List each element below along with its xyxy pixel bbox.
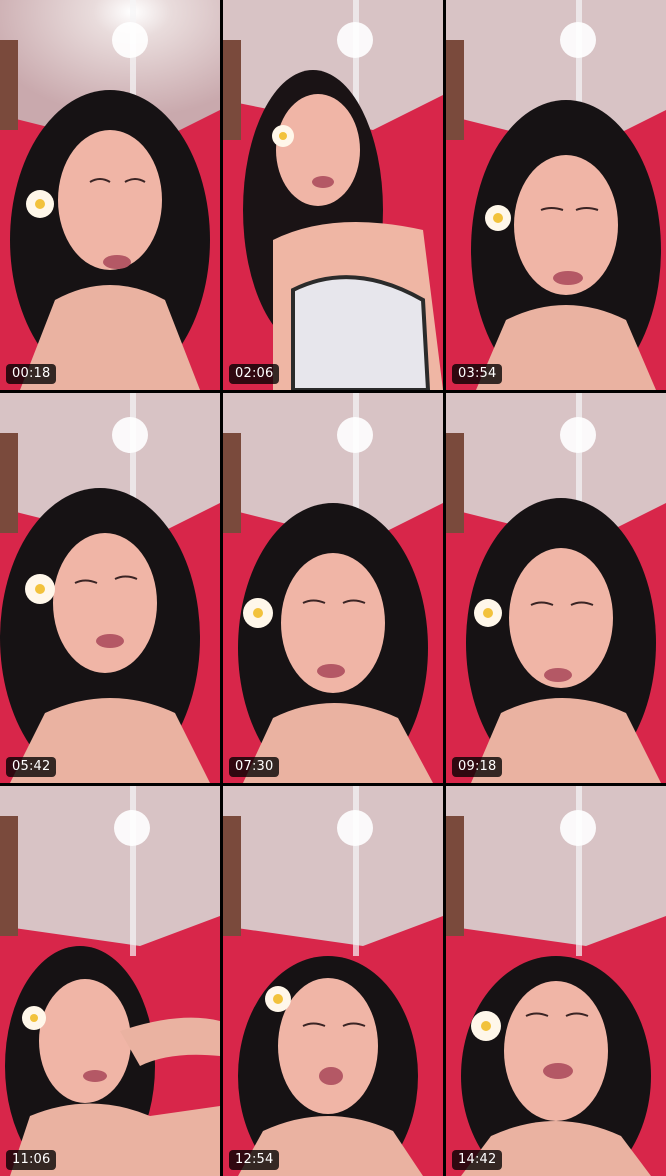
frame-image [223, 393, 443, 783]
frame-image [0, 786, 220, 1176]
timestamp-label: 09:18 [452, 757, 503, 777]
timestamp-label: 12:54 [229, 1150, 280, 1170]
video-frame-6[interactable]: 09:18 [446, 393, 666, 783]
video-frame-2[interactable]: 02:06 [223, 0, 443, 390]
video-frame-1[interactable]: 00:18 [0, 0, 220, 390]
timestamp-label: 11:06 [6, 1150, 57, 1170]
frame-image [223, 786, 443, 1176]
timestamp-label: 00:18 [6, 364, 57, 384]
timestamp-label: 05:42 [6, 757, 57, 777]
video-frame-9[interactable]: 14:42 [446, 786, 666, 1176]
timestamp-label: 03:54 [452, 364, 503, 384]
timestamp-label: 02:06 [229, 364, 280, 384]
timestamp-label: 14:42 [452, 1150, 503, 1170]
video-frame-4[interactable]: 05:42 [0, 393, 220, 783]
video-frame-7[interactable]: 11:06 [0, 786, 220, 1176]
video-frame-8[interactable]: 12:54 [223, 786, 443, 1176]
frame-image [446, 393, 666, 783]
frame-image [0, 393, 220, 783]
frame-image [223, 0, 443, 390]
frame-image [446, 0, 666, 390]
video-frame-3[interactable]: 03:54 [446, 0, 666, 390]
video-frame-5[interactable]: 07:30 [223, 393, 443, 783]
frame-image [0, 0, 220, 390]
frame-image [446, 786, 666, 1176]
video-thumbnail-grid: 00:18 02:06 03:54 05:42 07:30 09:18 11:0… [0, 0, 666, 1176]
timestamp-label: 07:30 [229, 757, 280, 777]
